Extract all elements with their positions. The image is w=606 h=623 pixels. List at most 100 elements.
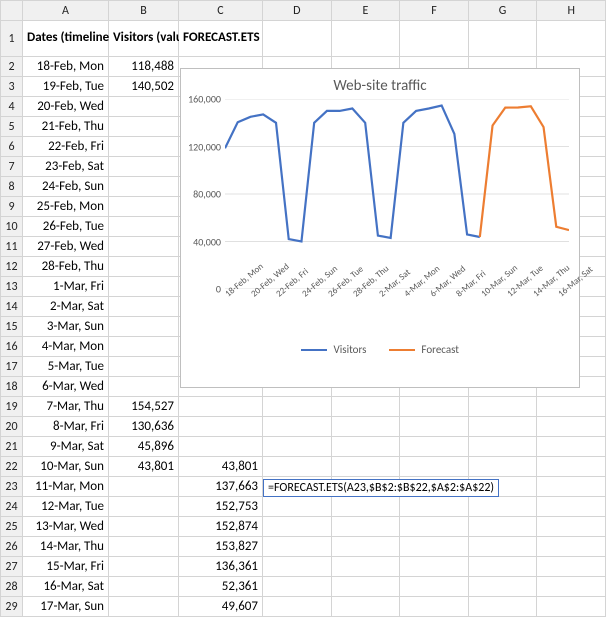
cell-C24[interactable]: 152,753 [179, 497, 263, 517]
select-all-corner[interactable] [1, 1, 23, 21]
row-header-3[interactable]: 3 [1, 77, 23, 97]
cell-D27[interactable] [263, 557, 332, 577]
row-header-29[interactable]: 29 [1, 597, 23, 617]
cell-B6[interactable] [109, 137, 179, 157]
row-header-4[interactable]: 4 [1, 97, 23, 117]
cell-C1[interactable]: FORECAST.ETS [179, 21, 263, 57]
cell-G1[interactable] [468, 21, 537, 57]
cell-B2[interactable]: 118,488 [109, 57, 179, 77]
cell-A10[interactable]: 26-Feb, Tue [23, 217, 109, 237]
cell-B20[interactable]: 130,636 [109, 417, 179, 437]
cell-H1[interactable] [537, 21, 606, 57]
cell-H23[interactable] [537, 477, 606, 497]
cell-F1[interactable] [400, 21, 469, 57]
cell-F21[interactable] [400, 437, 469, 457]
cell-A16[interactable]: 4-Mar, Mon [23, 337, 109, 357]
row-header-15[interactable]: 15 [1, 317, 23, 337]
cell-A20[interactable]: 8-Mar, Fri [23, 417, 109, 437]
cell-A6[interactable]: 22-Feb, Fri [23, 137, 109, 157]
cell-B1[interactable]: Visitors (values) [109, 21, 179, 57]
cell-H19[interactable] [537, 397, 606, 417]
cell-E25[interactable] [331, 517, 400, 537]
cell-F24[interactable] [400, 497, 469, 517]
cell-A17[interactable]: 5-Mar, Tue [23, 357, 109, 377]
cell-C20[interactable] [179, 417, 263, 437]
col-header-A[interactable]: A [23, 1, 109, 21]
cell-A15[interactable]: 3-Mar, Sun [23, 317, 109, 337]
cell-D19[interactable] [263, 397, 332, 417]
cell-B12[interactable] [109, 257, 179, 277]
cell-B21[interactable]: 45,896 [109, 437, 179, 457]
row-header-23[interactable]: 23 [1, 477, 23, 497]
cell-C26[interactable]: 153,827 [179, 537, 263, 557]
cell-A13[interactable]: 1-Mar, Fri [23, 277, 109, 297]
row-header-14[interactable]: 14 [1, 297, 23, 317]
cell-A8[interactable]: 24-Feb, Sun [23, 177, 109, 197]
cell-B24[interactable] [109, 497, 179, 517]
row-header-19[interactable]: 19 [1, 397, 23, 417]
cell-G20[interactable] [468, 417, 537, 437]
cell-D20[interactable] [263, 417, 332, 437]
cell-A11[interactable]: 27-Feb, Wed [23, 237, 109, 257]
cell-C19[interactable] [179, 397, 263, 417]
cell-A12[interactable]: 28-Feb, Thu [23, 257, 109, 277]
col-header-C[interactable]: C [179, 1, 263, 21]
cell-C21[interactable] [179, 437, 263, 457]
row-header-6[interactable]: 6 [1, 137, 23, 157]
cell-D23[interactable]: =FORECAST.ETS(A23,$B$2:$B$22,$A$2:$A$22) [263, 477, 332, 497]
cell-B18[interactable] [109, 377, 179, 397]
embedded-chart[interactable]: Web-site traffic 040,00080,000120,000160… [180, 68, 580, 388]
cell-H25[interactable] [537, 517, 606, 537]
cell-B4[interactable] [109, 97, 179, 117]
cell-A25[interactable]: 13-Mar, Wed [23, 517, 109, 537]
cell-F26[interactable] [400, 537, 469, 557]
cell-E27[interactable] [331, 557, 400, 577]
cell-H22[interactable] [537, 457, 606, 477]
cell-B16[interactable] [109, 337, 179, 357]
cell-G25[interactable] [468, 517, 537, 537]
cell-A29[interactable]: 17-Mar, Sun [23, 597, 109, 617]
cell-B10[interactable] [109, 217, 179, 237]
col-header-E[interactable]: E [331, 1, 400, 21]
cell-B19[interactable]: 154,527 [109, 397, 179, 417]
cell-H28[interactable] [537, 577, 606, 597]
row-header-17[interactable]: 17 [1, 357, 23, 377]
cell-E29[interactable] [331, 597, 400, 617]
cell-C29[interactable]: 49,607 [179, 597, 263, 617]
row-header-24[interactable]: 24 [1, 497, 23, 517]
cell-A18[interactable]: 6-Mar, Wed [23, 377, 109, 397]
cell-G26[interactable] [468, 537, 537, 557]
cell-G27[interactable] [468, 557, 537, 577]
cell-C22[interactable]: 43,801 [179, 457, 263, 477]
row-header-10[interactable]: 10 [1, 217, 23, 237]
cell-F22[interactable] [400, 457, 469, 477]
cell-E28[interactable] [331, 577, 400, 597]
cell-G24[interactable] [468, 497, 537, 517]
cell-D26[interactable] [263, 537, 332, 557]
cell-E21[interactable] [331, 437, 400, 457]
cell-D28[interactable] [263, 577, 332, 597]
cell-A2[interactable]: 18-Feb, Mon [23, 57, 109, 77]
cell-H29[interactable] [537, 597, 606, 617]
row-header-16[interactable]: 16 [1, 337, 23, 357]
cell-H20[interactable] [537, 417, 606, 437]
row-header-13[interactable]: 13 [1, 277, 23, 297]
cell-D1[interactable] [263, 21, 332, 57]
cell-G19[interactable] [468, 397, 537, 417]
row-header-22[interactable]: 22 [1, 457, 23, 477]
cell-B3[interactable]: 140,502 [109, 77, 179, 97]
cell-A7[interactable]: 23-Feb, Sat [23, 157, 109, 177]
cell-D25[interactable] [263, 517, 332, 537]
cell-C23[interactable]: 137,663 [179, 477, 263, 497]
cell-C28[interactable]: 52,361 [179, 577, 263, 597]
cell-E26[interactable] [331, 537, 400, 557]
cell-B17[interactable] [109, 357, 179, 377]
cell-B7[interactable] [109, 157, 179, 177]
row-header-28[interactable]: 28 [1, 577, 23, 597]
cell-B28[interactable] [109, 577, 179, 597]
cell-G21[interactable] [468, 437, 537, 457]
row-header-12[interactable]: 12 [1, 257, 23, 277]
cell-D24[interactable] [263, 497, 332, 517]
col-header-B[interactable]: B [109, 1, 179, 21]
cell-B14[interactable] [109, 297, 179, 317]
